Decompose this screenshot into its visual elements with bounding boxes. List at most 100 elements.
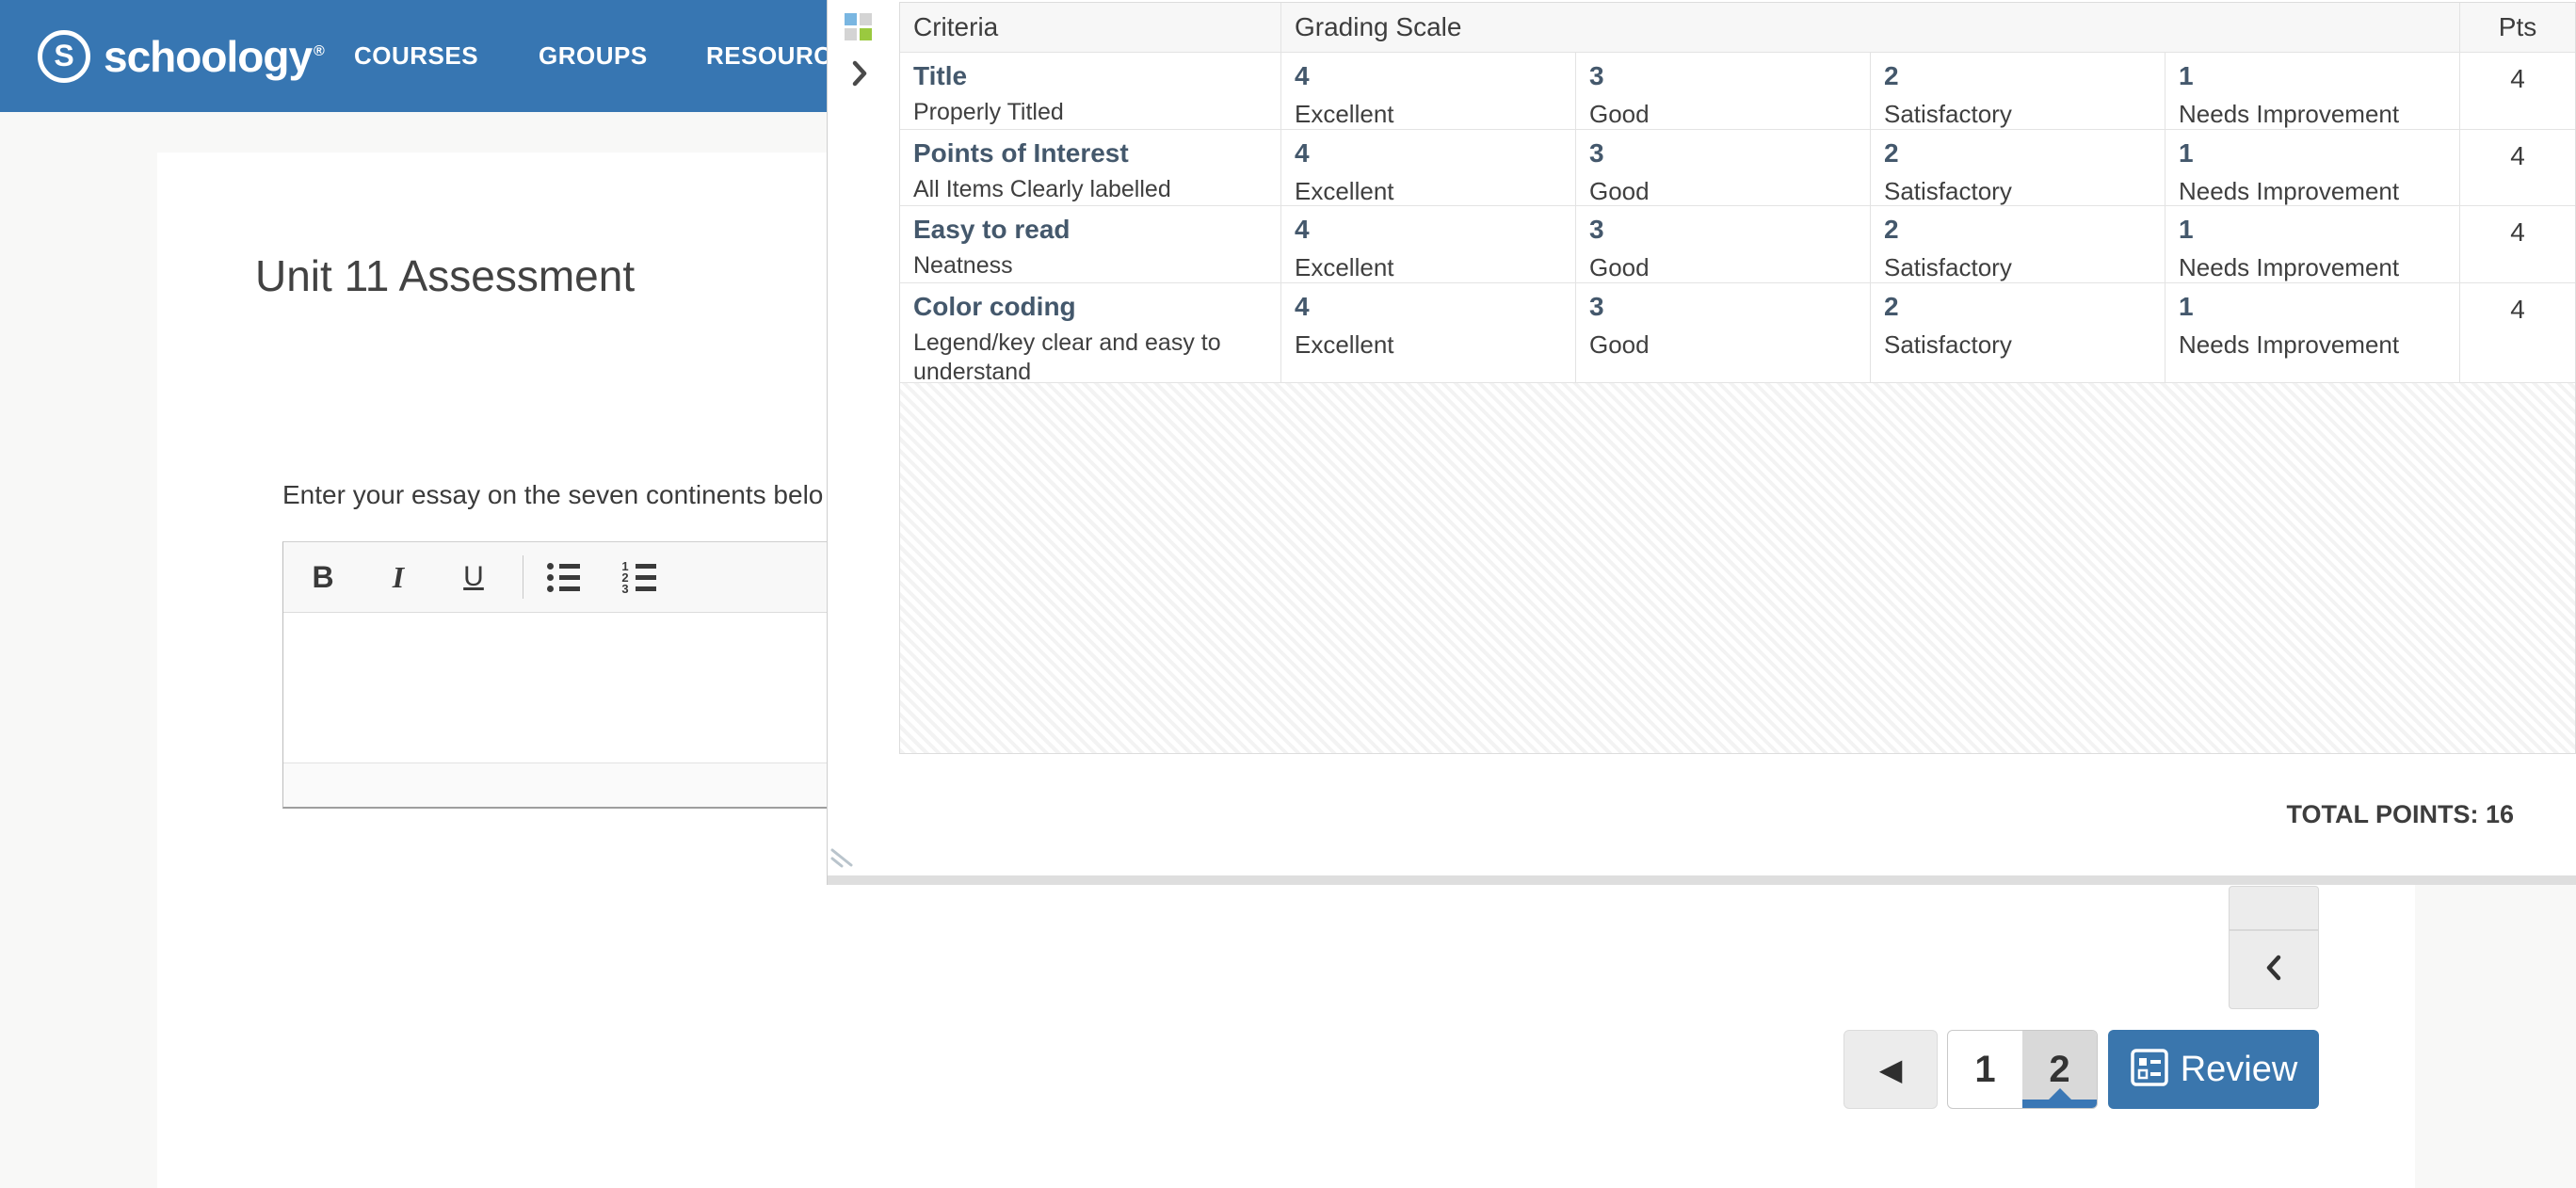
rubric-scale-cell[interactable]: 4Excellent bbox=[1281, 283, 1576, 383]
bullet-list-icon bbox=[547, 563, 580, 592]
rubric-scale-cell[interactable]: 3 Good bbox=[1576, 206, 1871, 283]
scale-label: Satisfactory bbox=[1884, 330, 2151, 360]
chevron-left-icon bbox=[2263, 953, 2284, 987]
numbered-row: 3 bbox=[621, 586, 656, 592]
review-button[interactable]: Review bbox=[2108, 1030, 2319, 1109]
scale-points: 1 bbox=[2179, 61, 2446, 91]
scale-label: Good bbox=[1589, 253, 1857, 282]
scale-label: Needs Improvement bbox=[2179, 253, 2446, 282]
page-number-label: 2 bbox=[2049, 1049, 2069, 1091]
numbered-bar bbox=[636, 586, 656, 591]
numbered-row: 1 bbox=[621, 563, 656, 570]
rubric-table: CriteriaGrading ScalePts TitleProperly Ti… bbox=[899, 2, 2576, 754]
resize-handle-icon[interactable] bbox=[830, 843, 857, 874]
rubric-scale-cell[interactable]: 4Excellent bbox=[1281, 130, 1576, 206]
numbered-list-button[interactable]: 1 2 3 bbox=[612, 551, 665, 603]
rubric-scale-cell[interactable]: 2Satisfactory bbox=[1871, 130, 2165, 206]
criteria-description: All Items Clearly labelled bbox=[913, 175, 1267, 204]
rubric-review-icon bbox=[2130, 1048, 2169, 1092]
rubric-header-criteria: Criteria bbox=[900, 3, 1281, 53]
underline-button[interactable]: U bbox=[447, 551, 500, 603]
scale-label: Satisfactory bbox=[1884, 177, 2151, 206]
page-button-2[interactable]: 2 bbox=[2022, 1031, 2097, 1108]
scale-label: Needs Improvement bbox=[2179, 100, 2446, 129]
registered-mark: ® bbox=[314, 43, 324, 59]
numbered-row: 2 bbox=[621, 574, 656, 581]
scale-label: Good bbox=[1589, 177, 1857, 206]
numbered-list-icon: 1 2 3 bbox=[621, 563, 656, 592]
bullet-row bbox=[547, 563, 580, 570]
scale-label: Satisfactory bbox=[1884, 100, 2151, 129]
rubric-scale-cell[interactable]: 2Satisfactory bbox=[1871, 283, 2165, 383]
numbered-bar bbox=[636, 575, 656, 580]
grid-square-gray bbox=[860, 13, 872, 25]
scale-points: 3 bbox=[1589, 138, 1857, 169]
bullet-dot bbox=[547, 574, 554, 581]
rubric-scale-cell[interactable]: 1Needs Improvement bbox=[2165, 206, 2460, 283]
sidebar-expand-button[interactable] bbox=[2229, 930, 2319, 1009]
bullet-row bbox=[547, 586, 580, 592]
italic-button[interactable]: I bbox=[372, 551, 425, 603]
nav-item-courses[interactable]: COURSES bbox=[354, 0, 478, 112]
rubric-criteria-cell[interactable]: TitleProperly Titled bbox=[900, 53, 1281, 130]
scale-points: 4 bbox=[1295, 215, 1562, 245]
scale-label: Good bbox=[1589, 330, 1857, 360]
scale-label: Needs Improvement bbox=[2179, 330, 2446, 360]
scale-points: 1 bbox=[2179, 138, 2446, 169]
active-page-caret bbox=[2049, 1088, 2071, 1100]
scale-points: 4 bbox=[1295, 61, 1562, 91]
grid-square-gray-2 bbox=[845, 28, 857, 40]
panel-bottom-shadow bbox=[828, 875, 2576, 885]
scale-points: 3 bbox=[1589, 61, 1857, 91]
scale-label: Needs Improvement bbox=[2179, 177, 2446, 206]
bullet-list-button[interactable] bbox=[537, 551, 589, 603]
collapse-rubric-button[interactable] bbox=[850, 58, 869, 93]
nav-item-groups[interactable]: GROUPS bbox=[539, 0, 648, 112]
rubric-scale-cell[interactable]: 2Satisfactory bbox=[1871, 206, 2165, 283]
numbered-digit: 1 bbox=[621, 563, 630, 570]
scale-points: 3 bbox=[1589, 292, 1857, 322]
criteria-description: Legend/key clear and easy to understand bbox=[913, 329, 1267, 383]
rubric-scale-cell[interactable]: 1 Needs Improvement bbox=[2165, 130, 2460, 206]
bullet-bar bbox=[559, 575, 580, 580]
rubric-scale-cell[interactable]: 3 Good bbox=[1576, 53, 1871, 130]
rubric-scale-cell[interactable]: 1 Needs Improvement bbox=[2165, 53, 2460, 130]
bold-button[interactable]: B bbox=[297, 551, 349, 603]
rubric-scale-cell[interactable]: 3 Good bbox=[1576, 130, 1871, 206]
schoology-logo[interactable]: S schoology® bbox=[38, 0, 324, 112]
page-title: Unit 11 Assessment bbox=[255, 250, 635, 301]
rubric-header-grading-scale: Grading Scale bbox=[1281, 3, 2460, 53]
rubric-panel: CriteriaGrading ScalePts TitleProperly Ti… bbox=[827, 0, 2576, 885]
grid-square-green bbox=[860, 28, 872, 40]
rubric-empty-hatch-area bbox=[900, 383, 2575, 753]
rubric-scale-cell[interactable]: 1 Needs Improvement bbox=[2165, 283, 2460, 383]
page-number-label: 1 bbox=[1974, 1049, 1995, 1091]
numbered-bar bbox=[636, 564, 656, 569]
scale-points: 2 bbox=[1884, 61, 2151, 91]
previous-page-button[interactable]: ◀ bbox=[1843, 1030, 1938, 1109]
grid-square-blue bbox=[845, 13, 857, 25]
rubric-scale-cell[interactable]: 4Excellent bbox=[1281, 206, 1576, 283]
rubric-header-pts: Pts bbox=[2460, 3, 2575, 53]
page-button-1[interactable]: 1 bbox=[1948, 1031, 2022, 1108]
schoology-s-icon: S bbox=[38, 30, 90, 83]
scale-points: 3 bbox=[1589, 215, 1857, 245]
rubric-pts-cell: 4 bbox=[2460, 206, 2575, 283]
rubric-criteria-cell[interactable]: Points of Interest All Items Clearly labe… bbox=[900, 130, 1281, 206]
numbered-digit: 3 bbox=[621, 586, 630, 592]
rubric-pts-cell: 4 bbox=[2460, 53, 2575, 130]
criteria-description: Properly Titled bbox=[913, 98, 1267, 127]
rubric-scale-cell[interactable]: 2 Satisfactory bbox=[1871, 53, 2165, 130]
scale-label: Satisfactory bbox=[1884, 253, 2151, 282]
scale-points: 1 bbox=[2179, 292, 2446, 322]
rubric-criteria-cell[interactable]: Easy to readNeatness bbox=[900, 206, 1281, 283]
page-number-group: 12 bbox=[1947, 1030, 2098, 1109]
rubric-scale-cell[interactable]: 3 Good bbox=[1576, 283, 1871, 383]
rubric-scale-cell[interactable]: 4Excellent bbox=[1281, 53, 1576, 130]
criteria-title: Points of Interest bbox=[913, 138, 1267, 169]
bullet-dot bbox=[547, 586, 554, 592]
rubric-criteria-cell[interactable]: Color codingLegend/key clear and easy to… bbox=[900, 283, 1281, 383]
drag-grid-icon[interactable] bbox=[845, 13, 873, 41]
scale-label: Good bbox=[1589, 100, 1857, 129]
scale-label: Excellent bbox=[1295, 177, 1562, 206]
